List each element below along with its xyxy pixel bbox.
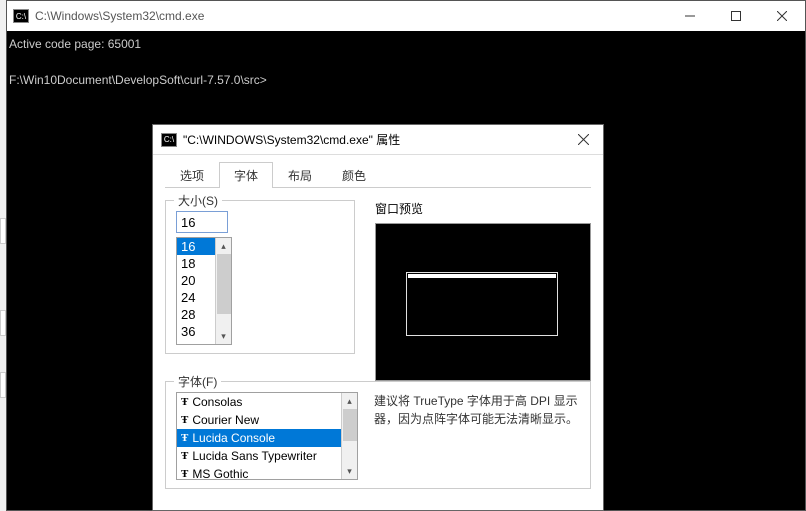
- size-option[interactable]: 72: [177, 340, 217, 345]
- size-column: 大小(S) 16 18 20 24 28 36 72: [165, 200, 355, 381]
- console-prompt: F:\Win10Document\DevelopSoft\curl-7.57.0…: [9, 73, 267, 87]
- font-label: 字体(F): [174, 373, 221, 390]
- tab-font[interactable]: 字体: [219, 162, 273, 188]
- size-input[interactable]: [176, 211, 228, 233]
- font-option[interactable]: ŦMS Gothic: [177, 465, 341, 480]
- window-title: C:\Windows\System32\cmd.exe: [35, 9, 667, 23]
- console-output[interactable]: Active code page: 65001 F:\Win10Document…: [7, 31, 805, 93]
- font-group: 字体(F) ŦConsolas ŦCourier New ŦLucida Con…: [165, 381, 591, 489]
- scroll-thumb[interactable]: [217, 254, 231, 314]
- dialog-titlebar[interactable]: C:\ "C:\WINDOWS\System32\cmd.exe" 属性: [153, 125, 603, 155]
- titlebar[interactable]: C:\ C:\Windows\System32\cmd.exe: [7, 1, 805, 31]
- cmd-icon: C:\: [13, 9, 29, 23]
- close-button[interactable]: [759, 1, 805, 31]
- window-preview: [375, 223, 591, 381]
- tab-colors[interactable]: 颜色: [327, 162, 381, 188]
- font-scrollbar[interactable]: ▴ ▾: [341, 393, 357, 479]
- size-option[interactable]: 18: [177, 255, 217, 272]
- size-option[interactable]: 24: [177, 289, 217, 306]
- scroll-down-icon[interactable]: ▾: [342, 463, 357, 479]
- close-icon: [578, 134, 589, 145]
- scroll-down-icon[interactable]: ▾: [216, 328, 231, 344]
- font-option[interactable]: ŦCourier New: [177, 411, 341, 429]
- size-label: 大小(S): [174, 192, 222, 209]
- size-option[interactable]: 36: [177, 323, 217, 340]
- size-listbox[interactable]: 16 18 20 24 28 36 72 ▴ ▾: [176, 237, 232, 345]
- preview-column: 窗口预览: [375, 200, 591, 381]
- size-option[interactable]: 16: [177, 238, 217, 255]
- console-line: Active code page: 65001: [9, 37, 141, 51]
- size-option[interactable]: 28: [177, 306, 217, 323]
- minimize-button[interactable]: [667, 1, 713, 31]
- dialog-close-button[interactable]: [563, 125, 603, 154]
- close-icon: [777, 11, 787, 21]
- maximize-icon: [731, 11, 741, 21]
- scroll-thumb[interactable]: [343, 409, 357, 441]
- font-option[interactable]: ŦLucida Sans Typewriter: [177, 447, 341, 465]
- tab-options[interactable]: 选项: [165, 162, 219, 188]
- tab-content: 大小(S) 16 18 20 24 28 36 72: [165, 188, 591, 381]
- cmd-icon: C:\: [161, 133, 177, 147]
- dialog-title: "C:\WINDOWS\System32\cmd.exe" 属性: [183, 131, 563, 148]
- properties-dialog: C:\ "C:\WINDOWS\System32\cmd.exe" 属性 选项 …: [152, 124, 604, 511]
- scroll-up-icon[interactable]: ▴: [216, 238, 231, 254]
- dialog-body: 选项 字体 布局 颜色 大小(S) 16 18 20 24 28: [153, 155, 603, 509]
- truetype-icon: Ŧ: [181, 414, 188, 426]
- font-hint-text: 建议将 TrueType 字体用于高 DPI 显示器，因为点阵字体可能无法清晰显…: [374, 392, 580, 480]
- scroll-up-icon[interactable]: ▴: [342, 393, 357, 409]
- font-option[interactable]: ŦConsolas: [177, 393, 341, 411]
- truetype-icon: Ŧ: [181, 468, 188, 480]
- minimize-icon: [685, 11, 695, 21]
- preview-label: 窗口预览: [375, 200, 591, 217]
- truetype-icon: Ŧ: [181, 432, 188, 444]
- maximize-button[interactable]: [713, 1, 759, 31]
- size-group: 大小(S) 16 18 20 24 28 36 72: [165, 200, 355, 354]
- truetype-icon: Ŧ: [181, 450, 188, 462]
- window-controls: [667, 1, 805, 31]
- font-listbox[interactable]: ŦConsolas ŦCourier New ŦLucida Console Ŧ…: [176, 392, 358, 480]
- font-option[interactable]: ŦLucida Console: [177, 429, 341, 447]
- tab-strip: 选项 字体 布局 颜色: [165, 161, 591, 188]
- truetype-icon: Ŧ: [181, 396, 188, 408]
- size-scrollbar[interactable]: ▴ ▾: [215, 238, 231, 344]
- size-option[interactable]: 20: [177, 272, 217, 289]
- preview-window-shape: [406, 272, 558, 336]
- tab-layout[interactable]: 布局: [273, 162, 327, 188]
